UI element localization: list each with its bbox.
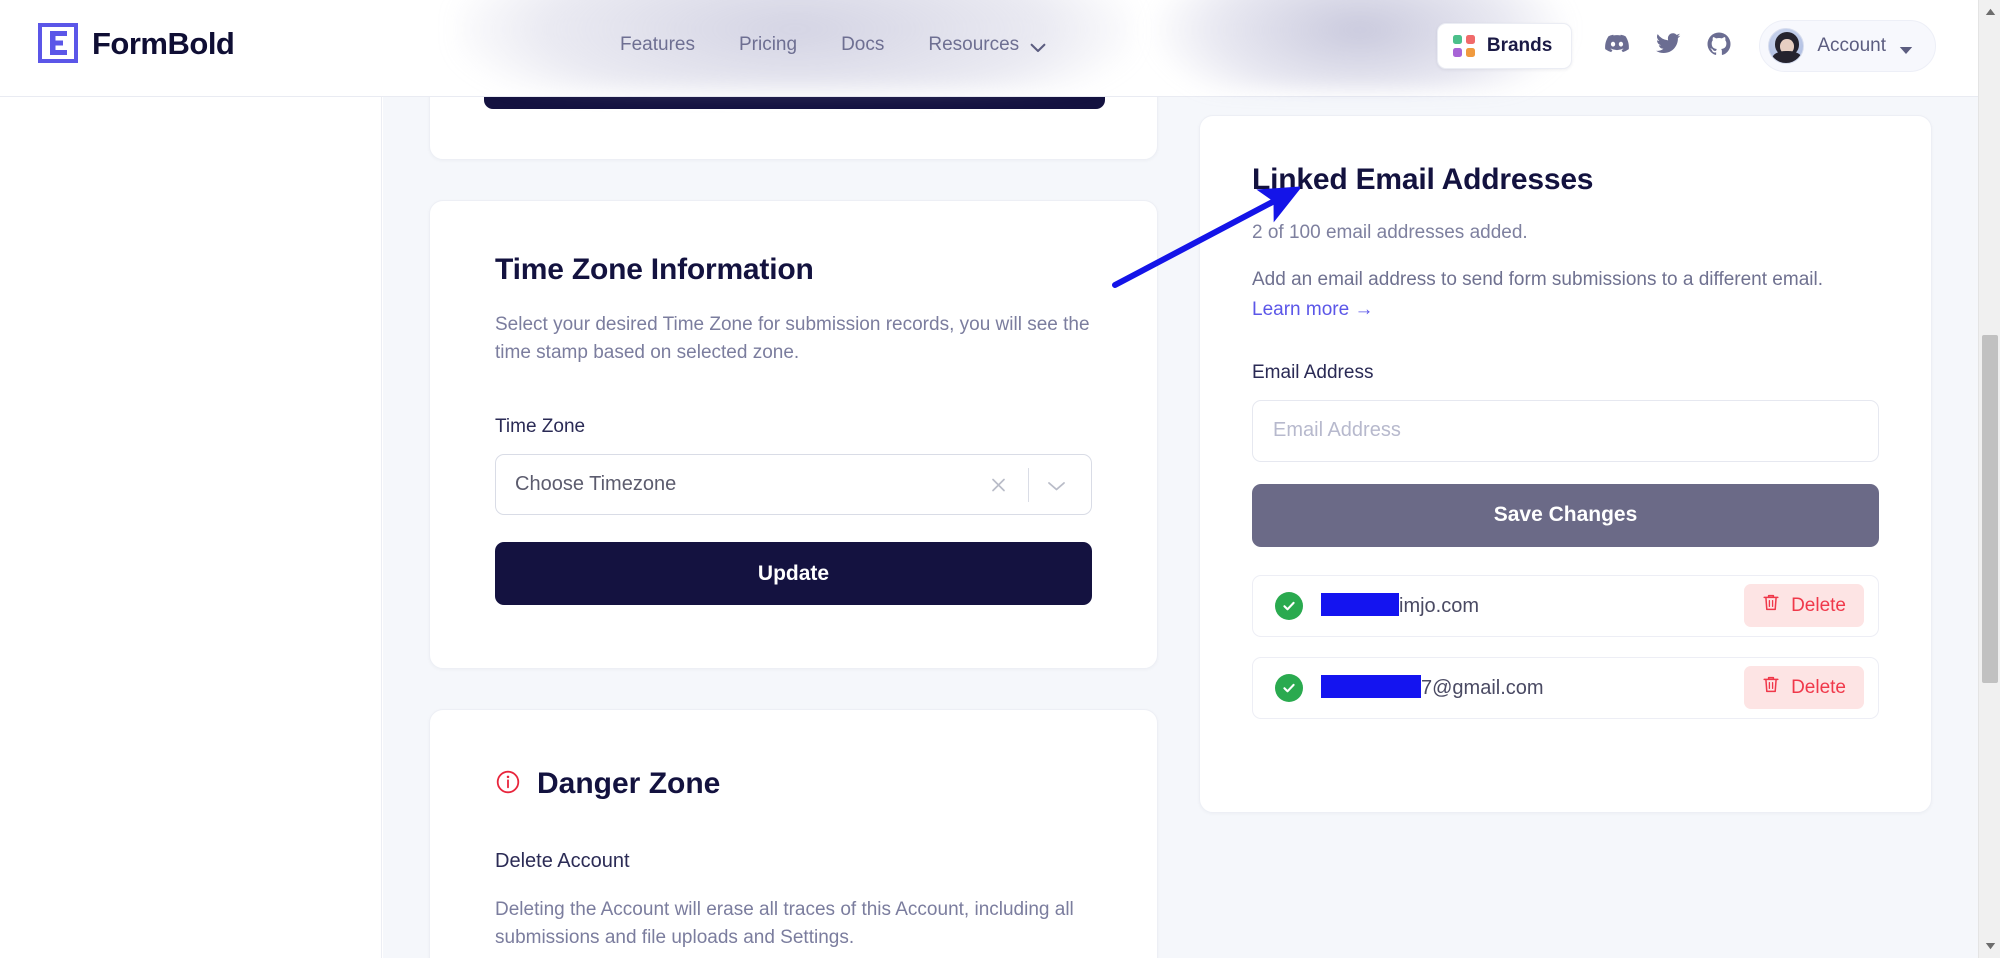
nav-item-docs[interactable]: Docs bbox=[841, 34, 884, 56]
check-circle-icon bbox=[1275, 591, 1303, 620]
left-sidebar bbox=[0, 97, 382, 958]
select-divider bbox=[1028, 468, 1029, 503]
email-count-text: 2 of 100 email addresses added. bbox=[1252, 222, 1528, 243]
github-icon[interactable] bbox=[1707, 32, 1731, 61]
brands-label: Brands bbox=[1486, 35, 1553, 56]
linked-emails-card: Linked Email Addresses 2 of 100 email ad… bbox=[1199, 115, 1932, 813]
danger-zone-heading: Danger Zone bbox=[495, 767, 1092, 801]
delete-account-label: Delete Account bbox=[495, 850, 630, 872]
discord-icon[interactable] bbox=[1604, 34, 1630, 59]
twitter-icon[interactable] bbox=[1656, 33, 1681, 59]
linked-email-text: 7@gmail.com bbox=[1321, 675, 1544, 700]
brands-button[interactable]: Brands bbox=[1436, 23, 1573, 69]
linked-email-text: imjo.com bbox=[1321, 593, 1479, 618]
linked-emails-description: Add an email address to send form submis… bbox=[1252, 269, 1823, 290]
triangle-down-icon[interactable] bbox=[1979, 936, 2000, 956]
trash-icon bbox=[1762, 593, 1780, 618]
timezone-title: Time Zone Information bbox=[495, 253, 814, 286]
linked-emails-title: Linked Email Addresses bbox=[1252, 163, 1594, 196]
nav-item-resources-label: Resources bbox=[928, 34, 1020, 55]
danger-zone-title: Danger Zone bbox=[537, 767, 721, 800]
formbold-logo-icon bbox=[38, 23, 78, 63]
account-label: Account bbox=[1817, 35, 1886, 56]
delete-email-button[interactable]: Delete bbox=[1744, 666, 1864, 710]
main-nav: Features Pricing Docs Resources bbox=[620, 34, 1046, 56]
email-address-input[interactable] bbox=[1252, 399, 1879, 462]
close-icon[interactable] bbox=[990, 476, 1007, 493]
site-header: FormBold Features Pricing Docs Resources… bbox=[0, 0, 1978, 97]
linked-email-row: 7@gmail.com Delete bbox=[1252, 656, 1879, 719]
save-changes-button[interactable]: Save Changes bbox=[1252, 483, 1879, 547]
timezone-select[interactable]: Choose Timezone bbox=[495, 454, 1092, 516]
header-actions: Brands Account bbox=[1436, 20, 1936, 72]
delete-label: Delete bbox=[1791, 594, 1846, 616]
timezone-field-label: Time Zone bbox=[495, 416, 586, 438]
redaction-bar bbox=[1321, 593, 1399, 617]
delete-account-description: Deleting the Account will erase all trac… bbox=[495, 899, 1074, 948]
info-circle-icon bbox=[495, 769, 521, 800]
trash-icon bbox=[1762, 675, 1780, 700]
nav-item-pricing[interactable]: Pricing bbox=[739, 34, 797, 56]
nav-item-features[interactable]: Features bbox=[620, 34, 695, 56]
scrollbar-thumb[interactable] bbox=[1982, 335, 1998, 683]
redaction-bar bbox=[1321, 675, 1421, 699]
logo-text: FormBold bbox=[92, 25, 235, 61]
email-suffix: imjo.com bbox=[1399, 595, 1480, 618]
chevron-down-icon bbox=[1030, 40, 1046, 53]
page-root: Time Zone Information Select your desire… bbox=[0, 0, 2000, 958]
nav-item-resources[interactable]: Resources bbox=[928, 34, 1046, 56]
browser-scrollbar[interactable] bbox=[1978, 0, 2000, 958]
triangle-up-icon[interactable] bbox=[1979, 2, 2000, 22]
danger-zone-card: Danger Zone Delete Account Deleting the … bbox=[429, 709, 1158, 958]
check-circle-icon bbox=[1275, 673, 1303, 702]
brands-grid-icon bbox=[1452, 35, 1475, 57]
logo[interactable]: FormBold bbox=[38, 23, 235, 63]
delete-email-button[interactable]: Delete bbox=[1744, 584, 1864, 628]
update-button[interactable]: Update bbox=[495, 542, 1092, 606]
linked-email-row: imjo.com Delete bbox=[1252, 574, 1879, 637]
learn-more-link[interactable]: Learn more → bbox=[1252, 299, 1373, 321]
timezone-select-value: Choose Timezone bbox=[515, 473, 677, 496]
account-menu[interactable]: Account bbox=[1759, 20, 1936, 72]
avatar bbox=[1768, 28, 1805, 64]
email-address-label: Email Address bbox=[1252, 361, 1374, 383]
timezone-description: Select your desired Time Zone for submis… bbox=[495, 314, 1090, 363]
caret-down-icon bbox=[1899, 42, 1913, 54]
delete-label: Delete bbox=[1791, 676, 1846, 698]
chevron-down-icon[interactable] bbox=[1047, 479, 1066, 491]
email-suffix: 7@gmail.com bbox=[1421, 677, 1544, 700]
timezone-card: Time Zone Information Select your desire… bbox=[429, 200, 1158, 669]
